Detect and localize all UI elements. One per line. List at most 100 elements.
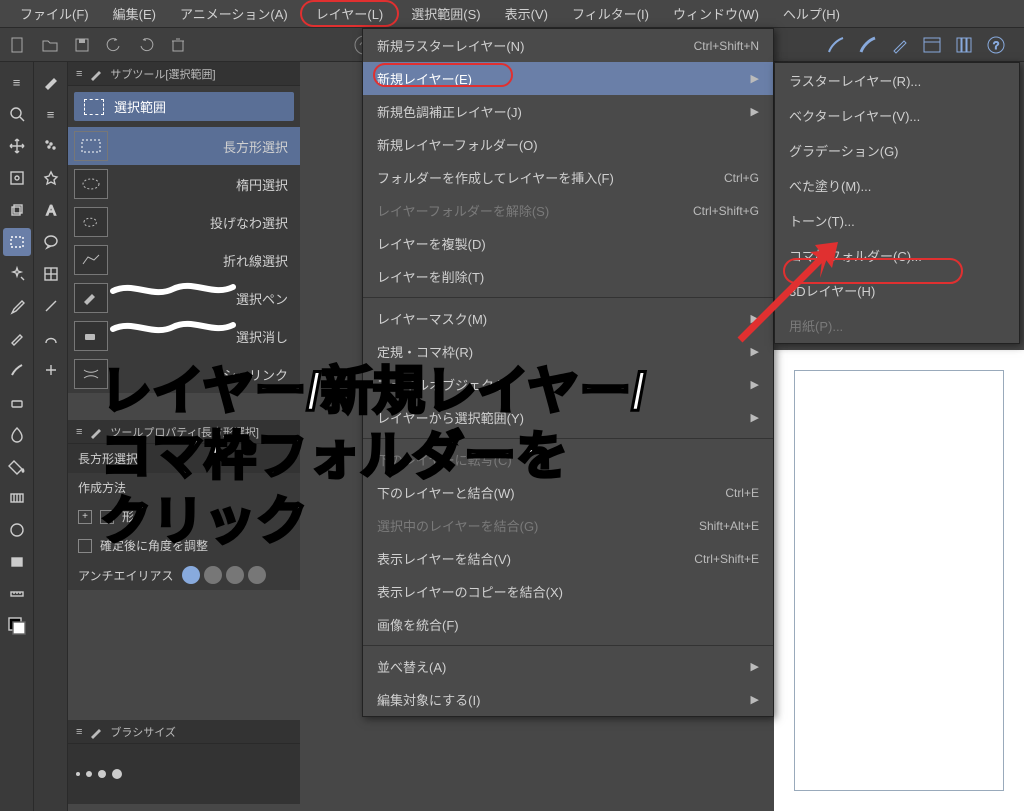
frame-tool-icon[interactable] [37, 260, 65, 288]
ruler-tool-icon[interactable] [3, 580, 31, 608]
layer-menu-item[interactable]: レイヤーを複製(D) [363, 227, 773, 260]
aa-option-1[interactable] [182, 566, 200, 584]
layer-menu-item[interactable]: レイヤーマスク(M)▶ [363, 302, 773, 335]
layer-menu-item[interactable]: 下のレイヤーと結合(W)Ctrl+E [363, 476, 773, 509]
prop-antialias[interactable]: アンチエイリアス [68, 560, 300, 590]
menu-help[interactable]: ヘルプ(H) [771, 0, 852, 27]
layer-menu-item[interactable]: 新規レイヤーフォルダー(O) [363, 128, 773, 161]
brush-icon[interactable] [822, 31, 850, 59]
zoom-tool-icon[interactable] [3, 100, 31, 128]
layer-menu-item[interactable]: 定規・コマ枠(R)▶ [363, 335, 773, 368]
aa-option-3[interactable] [226, 566, 244, 584]
gradient-tool-icon[interactable] [3, 484, 31, 512]
new-file-icon[interactable] [4, 31, 32, 59]
blend-tool-icon[interactable] [3, 420, 31, 448]
menu-file[interactable]: ファイル(F) [8, 0, 101, 27]
text-tool-icon[interactable]: A [37, 196, 65, 224]
line-tool-icon[interactable] [37, 292, 65, 320]
antialias-options[interactable] [182, 566, 266, 584]
aa-option-2[interactable] [204, 566, 222, 584]
subtool-item-ellipse[interactable]: 楕円選択 [68, 165, 300, 203]
brush2-icon[interactable] [854, 31, 882, 59]
prop-shape[interactable]: + 形 [68, 502, 300, 531]
subtool-item-polyline[interactable]: 折れ線選択 [68, 241, 300, 279]
tool-property-header[interactable]: ≡ ツールプロパティ[長方形選択] [68, 420, 300, 444]
curve-tool-icon[interactable] [37, 324, 65, 352]
subtool-item-selectpen[interactable]: 選択ペン [68, 279, 300, 317]
open-file-icon[interactable] [36, 31, 64, 59]
submenu-item[interactable]: 3Dレイヤー(H) [775, 273, 1019, 308]
color-fg-icon[interactable] [3, 612, 31, 640]
undo-icon[interactable] [100, 31, 128, 59]
move-tool-icon[interactable] [3, 132, 31, 160]
delete-icon[interactable] [164, 31, 192, 59]
eraser-tool-icon[interactable] [3, 388, 31, 416]
layer-menu-item[interactable]: 並べ替え(A)▶ [363, 650, 773, 683]
size-dot[interactable] [112, 769, 122, 779]
pen-icon[interactable] [886, 31, 914, 59]
menu-view[interactable]: 表示(V) [493, 0, 560, 27]
size-dot[interactable] [86, 771, 92, 777]
pen-tool-icon[interactable] [3, 324, 31, 352]
layer-menu-item[interactable]: 編集対象にする(I)▶ [363, 683, 773, 716]
submenu-item[interactable]: ベクターレイヤー(V)... [775, 98, 1019, 133]
expand-icon[interactable]: + [78, 510, 92, 524]
brush-size-header[interactable]: ≡ ブラシサイズ [68, 720, 300, 744]
prop-create-method[interactable]: 作成方法 [68, 473, 300, 502]
balloon-tool-icon[interactable] [37, 228, 65, 256]
subtool-item-rect[interactable]: 長方形選択 [68, 127, 300, 165]
subtool-item-selecterase[interactable]: 選択消し [68, 317, 300, 355]
layer-menu-item[interactable]: 画像を統合(F) [363, 608, 773, 641]
shape-tool-icon[interactable] [3, 516, 31, 544]
aa-option-4[interactable] [248, 566, 266, 584]
prop-confirm-angle[interactable]: 確定後に角度を調整 [68, 531, 300, 560]
save-icon[interactable] [68, 31, 96, 59]
subtool-item-lasso[interactable]: 投げなわ選択 [68, 203, 300, 241]
menu-icon[interactable]: ≡ [3, 68, 31, 96]
subtool-panel-header[interactable]: ≡ サブツール[選択範囲] [68, 62, 300, 86]
layer-menu-item[interactable]: ファイルオブジェクト▶ [363, 368, 773, 401]
layer-menu-item[interactable]: 新規レイヤー(E)▶ [363, 62, 773, 95]
panel-icon[interactable] [918, 31, 946, 59]
layer-menu-item[interactable]: 新規ラスターレイヤー(N)Ctrl+Shift+N [363, 29, 773, 62]
layer-menu-item[interactable]: レイヤーから選択範囲(Y)▶ [363, 401, 773, 434]
layer-menu-item[interactable]: 表示レイヤーを結合(V)Ctrl+Shift+E [363, 542, 773, 575]
submenu-item[interactable]: べた塗り(M)... [775, 168, 1019, 203]
submenu-item[interactable]: トーン(T)... [775, 203, 1019, 238]
menu-window[interactable]: ウィンドウ(W) [661, 0, 771, 27]
menu2-icon[interactable]: ≡ [37, 100, 65, 128]
checkbox[interactable] [100, 510, 114, 524]
magic-wand-tool-icon[interactable] [3, 260, 31, 288]
menu-filter[interactable]: フィルター(I) [560, 0, 661, 27]
redo-icon[interactable] [132, 31, 160, 59]
airbrush-tool-icon[interactable] [37, 132, 65, 160]
layer-menu-item[interactable]: レイヤーを削除(T) [363, 260, 773, 293]
selection-tool-icon[interactable] [3, 228, 31, 256]
operation-tool-icon[interactable] [3, 164, 31, 192]
menu-layer[interactable]: レイヤー(L) [300, 0, 400, 27]
layer-menu-item[interactable]: フォルダーを作成してレイヤーを挿入(F)Ctrl+G [363, 161, 773, 194]
submenu-item[interactable]: ラスターレイヤー(R)... [775, 63, 1019, 98]
tool-property-tab[interactable]: 長方形選択 [68, 444, 300, 473]
checkbox[interactable] [78, 539, 92, 553]
submenu-item[interactable]: コマ枠フォルダー(C)... [775, 238, 1019, 273]
subtool-item-shrink[interactable]: シュリンク [68, 355, 300, 393]
size-dot[interactable] [76, 772, 80, 776]
layer-menu-item[interactable]: 表示レイヤーのコピーを結合(X) [363, 575, 773, 608]
brush-size-presets[interactable] [68, 744, 300, 804]
menu-edit[interactable]: 編集(E) [101, 0, 168, 27]
subtool-tab-selection[interactable]: 選択範囲 [74, 92, 294, 121]
canvas-area[interactable] [774, 350, 1024, 811]
size-dot[interactable] [98, 770, 106, 778]
layer-menu-item[interactable]: 新規色調補正レイヤー(J)▶ [363, 95, 773, 128]
library-icon[interactable] [950, 31, 978, 59]
layer-move-tool-icon[interactable] [3, 196, 31, 224]
rect-tool-icon[interactable] [3, 548, 31, 576]
help-icon[interactable]: ? [982, 31, 1010, 59]
eyedropper-tool-icon[interactable] [3, 292, 31, 320]
menu-animation[interactable]: アニメーション(A) [168, 0, 300, 27]
menu-selection[interactable]: 選択範囲(S) [399, 0, 492, 27]
brush-tool-icon[interactable] [3, 356, 31, 384]
correct-line-tool-icon[interactable] [37, 356, 65, 384]
brush2-tool-icon[interactable] [37, 68, 65, 96]
